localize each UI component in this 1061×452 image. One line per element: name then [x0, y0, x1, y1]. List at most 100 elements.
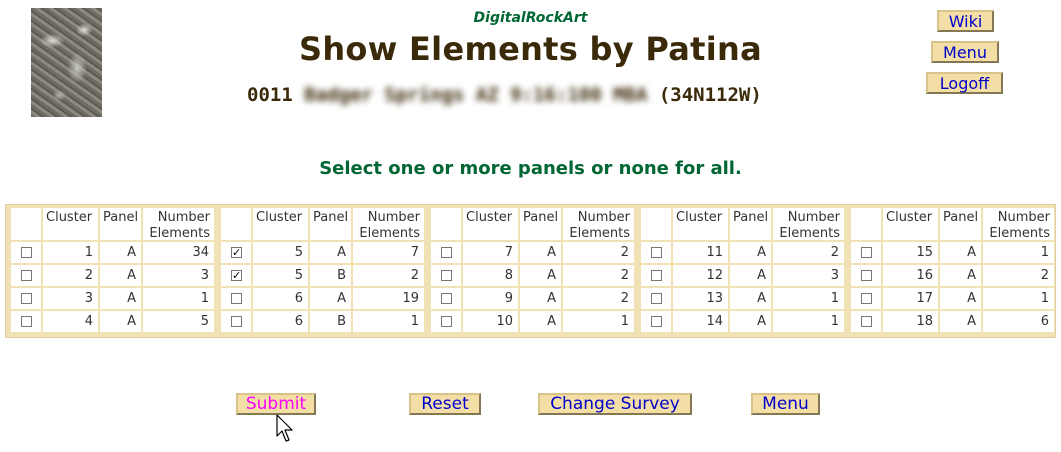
header-number-line1: Number [367, 210, 420, 225]
panel-checkbox[interactable]: ✓ [231, 247, 242, 258]
submit-button[interactable]: Submit [236, 393, 316, 415]
panel-value: A [730, 242, 771, 263]
panel-checkbox[interactable] [861, 270, 872, 281]
header-panel: Panel [940, 208, 981, 240]
header-number-line1: Number [997, 210, 1050, 225]
instruction-text: Select one or more panels or none for al… [319, 158, 742, 179]
cluster-value: 16 [883, 265, 938, 286]
element-count-value: 1 [983, 288, 1054, 309]
select-cell [641, 288, 671, 309]
select-cell [11, 288, 41, 309]
header-panel: Panel [520, 208, 561, 240]
select-cell [431, 311, 461, 332]
panel-checkbox[interactable] [861, 247, 872, 258]
header-number-elements: Number Elements [563, 208, 634, 241]
header-select [431, 208, 461, 240]
reset-button[interactable]: Reset [409, 393, 481, 415]
panel-checkbox[interactable] [651, 270, 662, 281]
panel-checkbox[interactable] [441, 293, 452, 304]
select-cell [431, 265, 461, 286]
header-cluster: Cluster [883, 208, 938, 240]
panel-checkbox[interactable]: ✓ [231, 270, 242, 281]
element-count-value: 2 [563, 242, 634, 263]
panel-checkbox[interactable] [21, 316, 32, 327]
cluster-value: 5 [253, 265, 308, 286]
panel-checkbox[interactable] [231, 316, 242, 327]
element-count-value: 1 [983, 242, 1054, 263]
panel-checkbox[interactable] [441, 316, 452, 327]
select-cell [641, 311, 671, 332]
panel-value: A [940, 288, 981, 309]
element-count-value: 1 [773, 288, 844, 309]
select-cell [431, 288, 461, 309]
header-select [221, 208, 251, 240]
select-cell [11, 242, 41, 263]
change-survey-button[interactable]: Change Survey [538, 393, 692, 415]
select-cell: ✓ [221, 242, 251, 263]
panel-value: A [940, 265, 981, 286]
menu-button-top[interactable]: Menu [931, 41, 999, 63]
wiki-button[interactable]: Wiki [937, 10, 994, 32]
panel-value: A [310, 288, 351, 309]
element-count-value: 5 [143, 311, 214, 332]
header-number-line2: Elements [779, 226, 840, 241]
panel-value: A [730, 288, 771, 309]
cluster-value: 11 [673, 242, 728, 263]
cluster-value: 6 [253, 288, 308, 309]
cluster-value: 18 [883, 311, 938, 332]
panel-checkbox[interactable] [861, 293, 872, 304]
cluster-value: 5 [253, 242, 308, 263]
survey-name-blurred: Badger Springs AZ 9:16:100 MBA [304, 84, 648, 106]
panel-value: A [520, 242, 561, 263]
element-count-value: 3 [143, 265, 214, 286]
select-cell [431, 242, 461, 263]
header-cluster: Cluster [463, 208, 518, 240]
panel-checkbox[interactable] [441, 247, 452, 258]
header-number-line1: Number [157, 210, 210, 225]
select-cell [641, 242, 671, 263]
panel-checkbox[interactable] [651, 247, 662, 258]
mouse-pointer-icon [276, 414, 293, 442]
select-cell [851, 265, 881, 286]
panel-value: A [100, 311, 141, 332]
element-count-value: 1 [353, 311, 424, 332]
element-count-value: 6 [983, 311, 1054, 332]
panel-checkbox[interactable] [231, 293, 242, 304]
element-count-value: 3 [773, 265, 844, 286]
cluster-value: 2 [43, 265, 98, 286]
element-count-value: 2 [563, 265, 634, 286]
element-count-value: 2 [983, 265, 1054, 286]
header-select [851, 208, 881, 240]
panel-checkbox[interactable] [21, 270, 32, 281]
panel-value: A [730, 311, 771, 332]
header-cluster: Cluster [673, 208, 728, 240]
header-number-line2: Elements [149, 226, 210, 241]
panel-checkbox[interactable] [441, 270, 452, 281]
element-count-value: 7 [353, 242, 424, 263]
panel-checkbox[interactable] [651, 316, 662, 327]
select-cell [11, 265, 41, 286]
select-cell [221, 311, 251, 332]
header-number-elements: Number Elements [773, 208, 844, 241]
header-number-line2: Elements [569, 226, 630, 241]
panel-checkbox[interactable] [651, 293, 662, 304]
element-count-value: 19 [353, 288, 424, 309]
select-cell [851, 242, 881, 263]
panel-value: A [310, 242, 351, 263]
panel-value: A [100, 265, 141, 286]
cluster-value: 10 [463, 311, 518, 332]
menu-button-bottom[interactable]: Menu [751, 393, 820, 415]
cluster-value: 9 [463, 288, 518, 309]
element-count-value: 2 [353, 265, 424, 286]
panel-checkbox[interactable] [21, 293, 32, 304]
header-number-line2: Elements [359, 226, 420, 241]
survey-id: 0011 [247, 84, 293, 106]
cluster-value: 1 [43, 242, 98, 263]
header-panel: Panel [100, 208, 141, 240]
logoff-button[interactable]: Logoff [926, 72, 1003, 94]
panel-value: A [520, 265, 561, 286]
select-cell [641, 265, 671, 286]
header-number-elements: Number Elements [143, 208, 214, 241]
panel-checkbox[interactable] [861, 316, 872, 327]
panel-checkbox[interactable] [21, 247, 32, 258]
